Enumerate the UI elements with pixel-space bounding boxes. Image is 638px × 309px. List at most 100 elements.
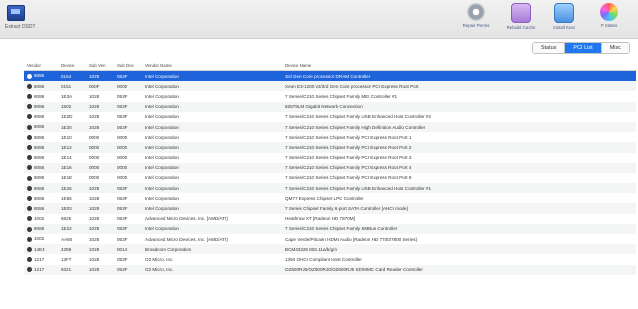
table-row[interactable]: 1002 6825 1028 053F Advanced Micro Devices, …: [24, 214, 636, 224]
p-states-button[interactable]: P States: [587, 3, 631, 37]
column-header-device-name[interactable]: Device Name: [282, 60, 636, 71]
rebuild-cache-icon: [511, 3, 531, 23]
cell-device-name: 3rd Gen Core processor DRAM Controller: [282, 70, 636, 82]
table-row[interactable]: 8086 1E10 0000 0000 Intel Corporation 7 Serie…: [24, 132, 636, 142]
pci-table: Vendor Device Sub Ven Sub Dev Vendor Nam…: [24, 60, 636, 275]
cell-device-name: 7 Series/C210 Series Chipset Family PCI …: [285, 134, 412, 140]
device-bullet-icon: [27, 124, 32, 130]
vendor-id: 8086: [34, 83, 45, 89]
device-bullet-icon: [27, 206, 32, 212]
device-bullet-icon: [27, 73, 32, 79]
cell-vendor-name: Intel Corporation: [142, 142, 282, 153]
cell-vendor: 8086: [24, 162, 58, 173]
table-row[interactable]: 8086 0151 000F 0000 Intel Corporation Xeon E3…: [24, 81, 636, 92]
cell-sub-ven: 1028: [86, 101, 114, 112]
cell-vendor: 8086: [24, 183, 58, 194]
rebuild-cache-button[interactable]: Rebuild Cache: [499, 3, 543, 37]
device-bullet-icon: [27, 175, 32, 181]
table-row[interactable]: 8086 1E22 1028 053F Intel Corporation 7 Serie…: [24, 223, 636, 234]
cell-vendor: 8086: [24, 173, 58, 183]
table-row[interactable]: 8086 1E1E 0000 0000 Intel Corporation 7 Serie…: [24, 173, 636, 183]
cell-sub-ven: 0000: [89, 134, 100, 140]
extract-dsdt-label: Extract DSDT: [5, 24, 36, 30]
cell-device: 1E14: [61, 155, 72, 161]
column-header-vendor[interactable]: Vendor: [24, 60, 58, 71]
column-header-sub-dev[interactable]: Sub Dev: [114, 60, 142, 71]
table-row[interactable]: 8086 1E55 1028 053F Intel Corporation QM77 Ex…: [24, 193, 636, 203]
cell-vendor-name: O2 Micro, Inc.: [142, 264, 282, 275]
table-row[interactable]: 8086 1E14 0000 0000 Intel Corporation 7 Serie…: [24, 153, 636, 163]
cell-sub-ven: 0000: [89, 155, 100, 161]
device-bullet-icon: [27, 185, 32, 191]
column-header-device[interactable]: Device: [58, 60, 86, 71]
table-row[interactable]: 8086 1E20 1028 053F Intel Corporation 7 Serie…: [24, 121, 636, 133]
cell-sub-ven: 1028: [89, 236, 100, 242]
cell-sub-dev: 053F: [114, 183, 142, 194]
cell-sub-dev: 053F: [114, 121, 142, 133]
cell-sub-dev: 053F: [114, 203, 142, 214]
device-bullet-icon: [27, 236, 32, 242]
table-row[interactable]: 1217 8321 1028 053F O2 Micro, Inc. OZ600RJ0/O…: [24, 264, 636, 275]
extract-dsdt-icon[interactable]: [7, 5, 25, 21]
column-header-vendor-name[interactable]: Vendor Name: [142, 60, 282, 71]
table-row[interactable]: 8086 1E12 0000 0000 Intel Corporation 7 Serie…: [24, 142, 636, 153]
cell-vendor: 8086: [24, 101, 58, 112]
cell-sub-ven: 1028: [89, 114, 100, 120]
cell-sub-dev: 053F: [117, 93, 128, 99]
vendor-id: 8086: [34, 73, 45, 79]
cell-device: 1E3A: [61, 93, 73, 99]
cell-vendor-name: Intel Corporation: [142, 162, 282, 173]
table-row[interactable]: 8086 1E03 1028 053F Intel Corporation 7 Serie…: [24, 203, 636, 214]
table-row[interactable]: 8086 0154 1028 053F Intel Corporation 3rd Gen…: [24, 70, 636, 82]
table-row[interactable]: 8086 1502 1028 053F Intel Corporation 82579LM…: [24, 101, 636, 112]
repair-perms-button[interactable]: Repair Perms: [454, 3, 498, 37]
install-kext-icon: [554, 3, 574, 23]
table-body: 8086 0154 1028 053F Intel Corporation 3rd Gen…: [24, 70, 636, 275]
table-row[interactable]: 8086 1E2D 1028 053F Intel Corporation 7 Serie…: [24, 112, 636, 122]
table-row[interactable]: 14E4 4359 1028 0014 Broadcom Corporation BCM4…: [24, 244, 636, 255]
table-row[interactable]: 1217 13F7 1028 053F O2 Micro, Inc. 1394 OHCI …: [24, 254, 636, 264]
device-bullet-icon: [27, 216, 32, 222]
device-bullet-icon: [27, 246, 32, 252]
column-header-sub-ven[interactable]: Sub Ven: [86, 60, 114, 71]
cell-sub-dev: 053F: [117, 216, 128, 222]
cell-sub-dev: 053F: [117, 195, 128, 201]
cell-device-name: 7 Series/C210 Series Chipset Family USB …: [282, 183, 636, 194]
cell-device-name: 7 Series/C210 Series Chipset Family PCI …: [282, 142, 636, 153]
tab-pci-list[interactable]: PCI List: [564, 43, 601, 53]
table-row[interactable]: 8086 1E16 0000 0000 Intel Corporation 7 Serie…: [24, 162, 636, 173]
cell-sub-ven: 1028: [86, 70, 114, 82]
tab-bar: Status PCI List Misc: [531, 42, 630, 54]
cell-vendor-name: Intel Corporation: [145, 175, 179, 181]
cell-device-name: BCM43228 802.11a/b/g/n: [282, 244, 636, 255]
device-bullet-icon: [27, 267, 32, 273]
cell-vendor: 8086: [24, 132, 58, 142]
cell-device-name: Heathrow XT [Radeon HD 7870M]: [285, 216, 355, 222]
cell-sub-dev: 0000: [117, 175, 128, 181]
cell-sub-ven: 000F: [86, 81, 114, 92]
table-row[interactable]: 8086 1E26 1028 053F Intel Corporation 7 Serie…: [24, 183, 636, 194]
cell-device: 4359: [58, 244, 86, 255]
table-row[interactable]: 8086 1E3A 1028 053F Intel Corporation 7 Serie…: [24, 91, 636, 101]
cell-vendor: 1002: [24, 234, 58, 244]
cell-vendor-name: Intel Corporation: [145, 155, 179, 161]
vendor-id: 8086: [34, 226, 45, 232]
table-row[interactable]: 1002 AA60 1028 053F Advanced Micro Devices, …: [24, 234, 636, 244]
cell-sub-dev: 053F: [117, 256, 128, 262]
install-kext-button[interactable]: Install Kext: [542, 3, 586, 37]
vendor-id: 8086: [34, 205, 45, 211]
vendor-id: 8086: [34, 114, 45, 120]
cell-vendor-name: O2 Micro, Inc.: [145, 256, 174, 262]
tab-misc[interactable]: Misc: [600, 43, 629, 53]
cell-vendor: 8086: [24, 203, 58, 214]
vendor-id: 1002: [34, 216, 45, 222]
cell-device-name: 7 Series/C210 Series Chipset Family PCI …: [285, 175, 412, 181]
cell-device: 0154: [58, 70, 86, 82]
cell-sub-dev: 053F: [114, 223, 142, 234]
cell-device: 1E55: [61, 195, 72, 201]
cell-sub-ven: 0000: [86, 162, 114, 173]
tab-status[interactable]: Status: [532, 43, 565, 53]
toolbar: Extract DSDT Repair Perms Rebuild Cache …: [0, 0, 638, 39]
cell-vendor-name: Intel Corporation: [142, 101, 282, 112]
vendor-id: 8086: [34, 144, 45, 150]
